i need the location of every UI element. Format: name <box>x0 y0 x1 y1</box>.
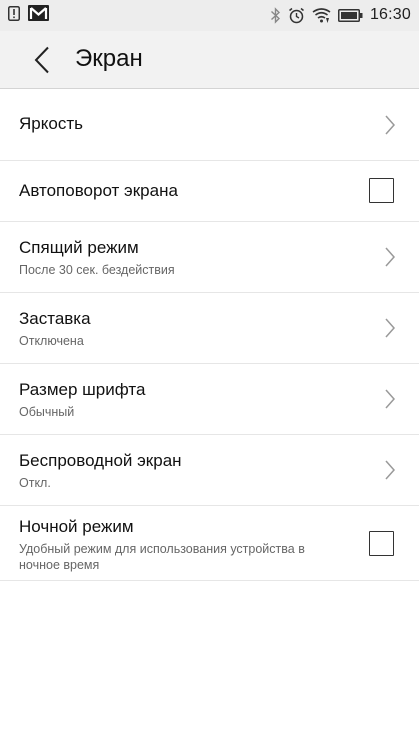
setting-subtitle: Откл. <box>19 476 51 490</box>
status-bar-left <box>8 5 49 21</box>
setting-subtitle: Отключена <box>19 334 84 348</box>
setting-brightness[interactable]: Яркость <box>0 90 419 161</box>
chevron-left-icon <box>34 46 50 74</box>
notification-alert-icon <box>8 5 20 21</box>
night-mode-checkbox[interactable] <box>369 531 394 556</box>
status-bar-right: 16:30 <box>270 4 411 26</box>
setting-title: Автоповорот экрана <box>19 181 178 200</box>
bluetooth-icon <box>270 6 281 24</box>
setting-wireless-display[interactable]: Беспроводной экран Откл. <box>0 435 419 506</box>
auto-rotate-checkbox[interactable] <box>369 178 394 203</box>
setting-auto-rotate[interactable]: Автоповорот экрана <box>0 161 419 222</box>
page-title: Экран <box>75 45 143 72</box>
setting-night-mode[interactable]: Ночной режим Удобный режим для использов… <box>0 506 419 581</box>
status-time: 16:30 <box>369 6 411 23</box>
setting-subtitle: Удобный режим для использования устройст… <box>19 542 305 572</box>
setting-title: Заставка <box>19 309 91 328</box>
battery-icon <box>337 8 363 22</box>
chevron-right-icon <box>383 246 397 268</box>
setting-font-size[interactable]: Размер шрифта Обычный <box>0 364 419 435</box>
settings-list: Яркость Автоповорот экрана Спящий режим … <box>0 90 419 581</box>
setting-sleep[interactable]: Спящий режим После 30 сек. бездействия <box>0 222 419 293</box>
chevron-right-icon <box>383 388 397 410</box>
chevron-right-icon <box>383 317 397 339</box>
setting-screensaver[interactable]: Заставка Отключена <box>0 293 419 364</box>
gmail-icon <box>28 5 49 21</box>
wifi-icon <box>312 7 331 24</box>
app-bar: Экран <box>0 31 419 89</box>
back-button[interactable] <box>26 44 58 76</box>
chevron-right-icon <box>383 459 397 481</box>
setting-title: Ночной режим <box>19 517 134 536</box>
alarm-icon <box>288 7 305 24</box>
setting-title: Беспроводной экран <box>19 451 182 470</box>
status-bar: 16:30 <box>0 0 419 31</box>
setting-subtitle: После 30 сек. бездействия <box>19 263 175 277</box>
setting-title: Размер шрифта <box>19 380 146 399</box>
chevron-right-icon <box>383 114 397 136</box>
setting-title: Яркость <box>19 114 83 133</box>
setting-subtitle: Обычный <box>19 405 75 419</box>
setting-title: Спящий режим <box>19 238 139 257</box>
